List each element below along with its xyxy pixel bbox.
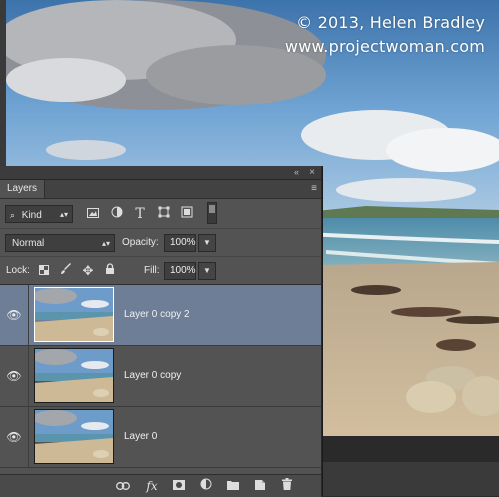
layer-name[interactable]: Layer 0 copy 2	[124, 285, 190, 345]
kind-filter-dropdown[interactable]: ⌕ Kind ▴▾	[5, 205, 73, 223]
tab-layers[interactable]: Layers	[0, 180, 46, 198]
lock-transparency-icon[interactable]	[36, 262, 52, 280]
panel-tab-row: Layers ≡	[0, 180, 321, 199]
visibility-eye-icon[interactable]: 👁	[0, 346, 29, 406]
panel-titlebar: « ×	[0, 166, 321, 180]
opacity-input[interactable]: 100%	[164, 234, 196, 252]
blend-mode-dropdown[interactable]: Normal ▴▾	[5, 234, 115, 252]
fill-dropdown-button[interactable]: ▼	[198, 262, 216, 280]
trash-icon[interactable]	[276, 475, 298, 497]
lock-row: Lock: ✥ Fill: 100% ▼	[0, 256, 321, 285]
opacity-dropdown-button[interactable]: ▼	[198, 234, 216, 252]
fx-icon[interactable]: fx	[141, 475, 163, 497]
layer-row[interactable]: 👁 Layer 0 copy	[0, 346, 321, 407]
panel-menu-icon[interactable]: ≡	[311, 183, 317, 195]
layer-thumbnail	[34, 287, 114, 342]
fill-input[interactable]: 100%	[164, 262, 196, 280]
blend-row: Normal ▴▾ Opacity: 100% ▼	[0, 228, 321, 257]
chevron-updown-icon: ▴▾	[59, 210, 68, 219]
lock-pixels-brush-icon[interactable]	[58, 262, 74, 280]
type-filter-icon[interactable]: T	[131, 205, 149, 223]
group-folder-icon[interactable]	[222, 475, 244, 497]
layer-thumbnail	[34, 409, 114, 464]
chevron-updown-icon: ▴▾	[101, 239, 110, 248]
layer-row[interactable]: 👁 Layer 0	[0, 407, 321, 468]
add-mask-icon[interactable]	[168, 475, 190, 497]
lock-all-padlock-icon[interactable]	[102, 262, 118, 280]
visibility-eye-icon[interactable]: 👁	[0, 407, 29, 467]
visibility-eye-icon[interactable]: 👁	[0, 285, 29, 345]
layers-list: 👁 Layer 0 copy 2 👁 Layer 0 copy 👁 Layer …	[0, 284, 321, 471]
blend-mode-value: Normal	[12, 238, 45, 249]
adjustment-layer-icon[interactable]	[195, 475, 217, 497]
kind-label: Kind	[21, 210, 42, 221]
fill-label: Fill:	[144, 265, 160, 276]
new-layer-icon[interactable]	[249, 475, 271, 497]
close-icon[interactable]: ×	[309, 166, 315, 179]
layer-name[interactable]: Layer 0	[124, 407, 157, 467]
opacity-label: Opacity:	[122, 237, 159, 248]
filter-toggle-switch[interactable]	[207, 202, 217, 224]
layer-name[interactable]: Layer 0 copy	[124, 346, 181, 406]
smart-object-filter-icon[interactable]	[178, 205, 196, 223]
shape-filter-icon[interactable]	[155, 205, 173, 223]
layers-panel: « × Layers ≡ ⌕ Kind ▴▾ T Normal ▴▾ Opaci…	[0, 166, 322, 497]
layer-row[interactable]: 👁 Layer 0 copy 2	[0, 285, 321, 346]
search-icon: ⌕	[10, 210, 16, 220]
adjustment-filter-icon[interactable]	[108, 205, 126, 223]
website-text: www.projectwoman.com	[284, 37, 485, 56]
link-layers-icon[interactable]	[112, 475, 134, 497]
copyright-text: © 2013, Helen Bradley	[296, 13, 485, 32]
panel-footer: fx	[0, 474, 321, 497]
lock-position-move-icon[interactable]: ✥	[80, 262, 96, 280]
filter-row: ⌕ Kind ▴▾ T	[0, 200, 321, 228]
collapse-panel-icon[interactable]: «	[294, 166, 299, 179]
layer-thumbnail	[34, 348, 114, 403]
image-filter-icon[interactable]	[84, 205, 102, 223]
lock-label: Lock:	[6, 265, 30, 276]
